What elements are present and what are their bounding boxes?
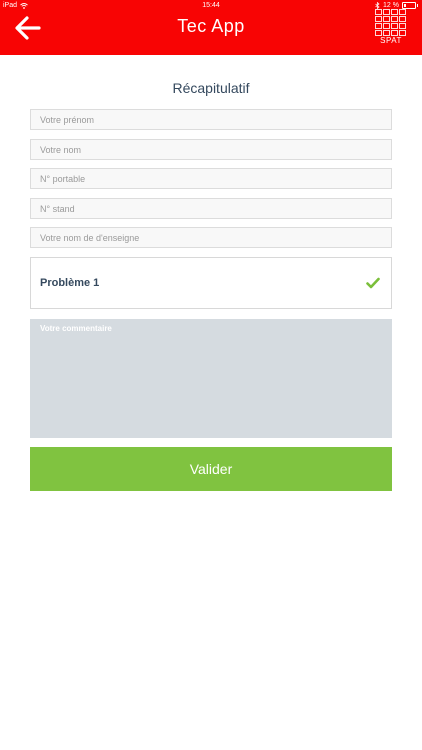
check-icon xyxy=(366,277,380,289)
problem-selection-card[interactable]: Problème 1 xyxy=(30,257,392,309)
comment-field[interactable] xyxy=(30,319,392,438)
stand-number-field[interactable] xyxy=(30,198,392,219)
page-title: Tec App xyxy=(177,16,245,36)
mobile-number-field[interactable] xyxy=(30,168,392,189)
logo-grid-icon xyxy=(375,9,406,36)
logo-text: SPAT xyxy=(380,36,402,45)
spat-logo: SPAT xyxy=(374,9,408,46)
battery-percent: 12 % xyxy=(383,2,399,9)
status-right: 12 % xyxy=(375,2,418,9)
brand-name-field[interactable] xyxy=(30,227,392,248)
bluetooth-icon xyxy=(375,2,380,9)
problem-label: Problème 1 xyxy=(40,277,100,289)
app-header: iPad 15:44 12 % Tec App SPAT xyxy=(0,0,422,55)
last-name-field[interactable] xyxy=(30,139,392,160)
battery-tip xyxy=(417,4,418,7)
status-bar: iPad 15:44 12 % xyxy=(0,0,422,11)
first-name-field[interactable] xyxy=(30,109,392,130)
status-time: 15:44 xyxy=(202,2,220,9)
section-title: Récapitulatif xyxy=(172,80,250,96)
battery-icon xyxy=(402,2,416,9)
submit-button[interactable]: Valider xyxy=(30,447,392,491)
